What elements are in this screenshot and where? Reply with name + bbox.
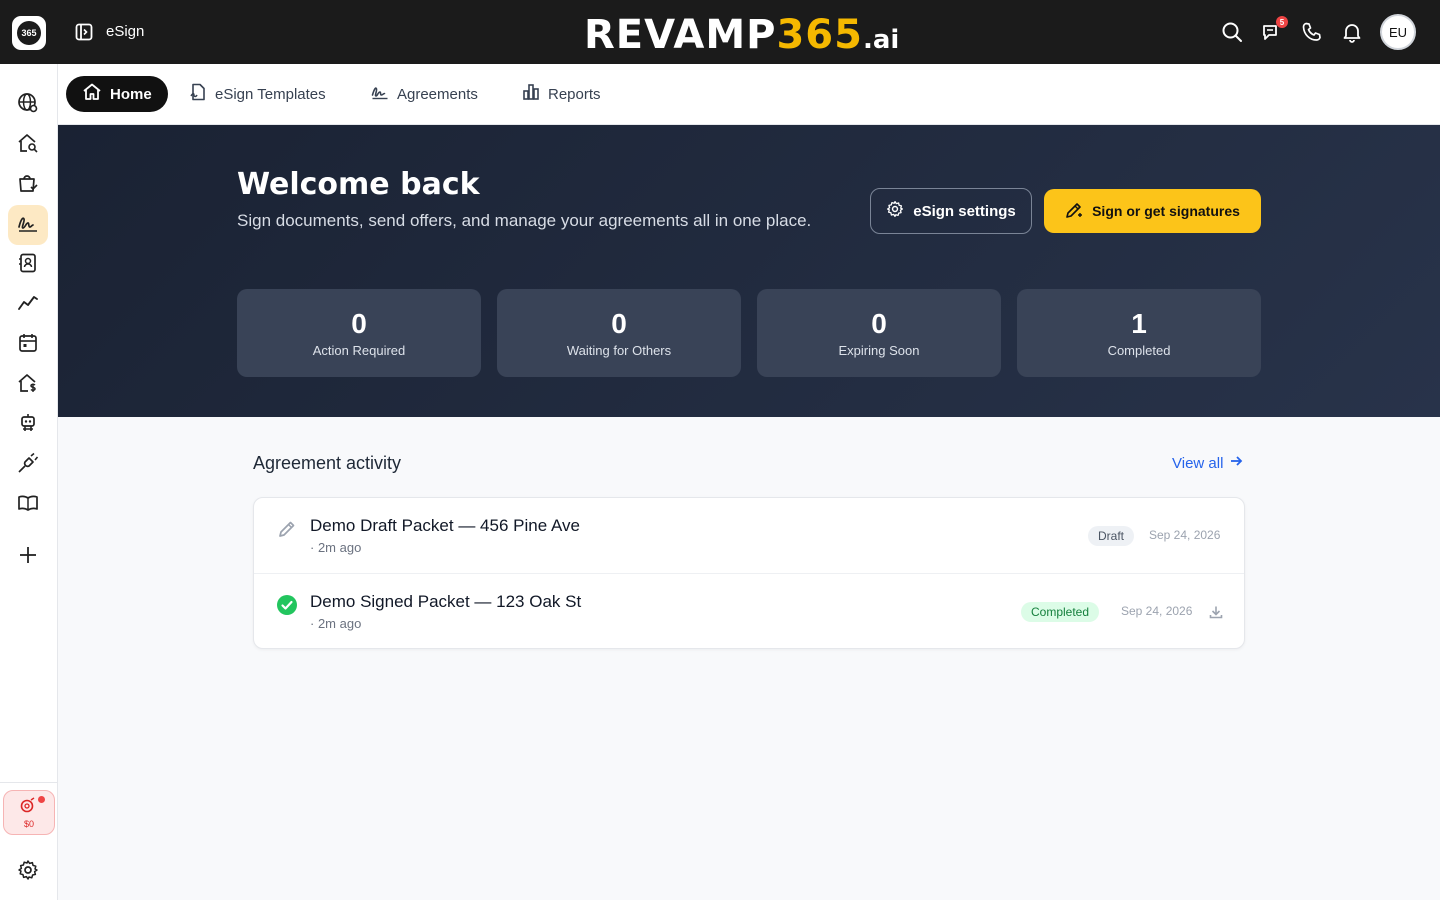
open-book-icon: [17, 492, 39, 519]
esign-settings-label: eSign settings: [913, 202, 1016, 220]
activity-list: Demo Draft Packet — 456 Pine Ave · 2m ag…: [253, 497, 1245, 649]
stat-value: 0: [351, 307, 367, 339]
esign-settings-button[interactable]: eSign settings: [870, 188, 1032, 234]
agreement-time: · 2m ago: [310, 540, 362, 555]
check-circle-icon: [276, 594, 298, 616]
agreement-name: Demo Signed Packet — 123 Oak St: [310, 592, 582, 611]
credits-value: $0: [23, 818, 34, 829]
stat-label: Waiting for Others: [566, 342, 672, 358]
stat-waiting-for-others[interactable]: 0 Waiting for Others: [497, 289, 741, 377]
bar-chart-icon: [522, 83, 540, 105]
robot-icon: [17, 412, 39, 439]
coins-icon: [19, 796, 39, 818]
sidebar: $0: [0, 64, 58, 900]
status-badge: Draft: [1088, 526, 1135, 546]
user-avatar[interactable]: EU: [1380, 14, 1416, 50]
sidebar-item-analytics[interactable]: [8, 285, 48, 325]
signature-icon: [371, 83, 389, 105]
stat-expiring-soon[interactable]: 0 Expiring Soon: [757, 289, 1001, 377]
stat-action-required[interactable]: 0 Action Required: [237, 289, 481, 377]
stat-label: Expiring Soon: [838, 342, 920, 358]
sidebar-divider: [0, 782, 58, 783]
phone-icon[interactable]: [1300, 20, 1324, 44]
activity-heading: Agreement activity: [253, 453, 402, 473]
tab-home[interactable]: Home: [66, 76, 168, 112]
tab-reports-label: Reports: [548, 85, 601, 103]
tab-agreements-label: Agreements: [397, 85, 478, 103]
messages-icon[interactable]: 5: [1260, 16, 1288, 44]
notification-badge: 5: [1276, 16, 1288, 28]
brand-logo: REVAMP 365 .ai: [584, 12, 900, 58]
pencil-icon: [276, 518, 298, 540]
shopping-bag-icon: [17, 172, 39, 199]
contacts-book-icon: [17, 252, 39, 279]
view-all-label: View all: [1172, 454, 1224, 472]
plus-icon: [17, 544, 39, 571]
sidebar-item-marketing[interactable]: [8, 165, 48, 205]
trend-line-icon: [17, 292, 39, 319]
bell-icon[interactable]: [1340, 20, 1364, 44]
agreement-name: Demo Draft Packet — 456 Pine Ave: [310, 516, 580, 535]
page-subtitle: Sign documents, send offers, and manage …: [237, 211, 812, 230]
credits-alert-dot: [38, 796, 45, 803]
home-dollar-icon: [17, 372, 39, 399]
list-item[interactable]: Demo Draft Packet — 456 Pine Ave · 2m ag…: [254, 498, 1244, 573]
home-search-icon: [17, 132, 39, 159]
app-name: eSign: [106, 23, 145, 40]
tab-home-label: Home: [110, 85, 152, 103]
stat-value: 0: [611, 307, 627, 339]
calendar-icon: [17, 332, 39, 359]
sidebar-item-settings[interactable]: [8, 852, 48, 892]
plug-icon: [17, 452, 39, 479]
stat-value: 0: [871, 307, 887, 339]
globe-icon: [17, 92, 39, 119]
search-icon[interactable]: [1220, 20, 1244, 44]
sidebar-item-property-search[interactable]: [8, 125, 48, 165]
logo-mark: 365: [17, 21, 41, 45]
sidebar-item-add[interactable]: [8, 537, 48, 577]
template-doc-icon: [189, 83, 207, 105]
sidebar-item-integrations[interactable]: [8, 445, 48, 485]
top-bar: 365 eSign REVAMP 365 .ai 5 EU: [0, 0, 1440, 64]
sidebar-item-ai-assistant[interactable]: [8, 405, 48, 445]
agreement-date: Sep 24, 2026: [1121, 604, 1193, 618]
tab-reports[interactable]: Reports: [522, 76, 601, 112]
stat-label: Action Required: [312, 342, 406, 358]
tab-esign-templates-label: eSign Templates: [215, 85, 326, 103]
sidebar-item-esign[interactable]: [8, 205, 48, 245]
arrow-right-icon: [1229, 454, 1243, 472]
welcome-hero: Welcome back Sign documents, send offers…: [58, 125, 1440, 417]
app-logo[interactable]: 365: [12, 16, 46, 50]
tab-bar: Home eSign Templates Agreements Reports: [58, 64, 1440, 125]
gear-icon: [886, 200, 904, 222]
stat-label: Completed: [1107, 342, 1171, 358]
tab-esign-templates[interactable]: eSign Templates: [189, 76, 326, 112]
sidebar-item-websites[interactable]: [8, 85, 48, 125]
stat-completed[interactable]: 1 Completed: [1017, 289, 1261, 377]
sidebar-item-calendar[interactable]: [8, 325, 48, 365]
home-icon: [82, 82, 102, 106]
agreement-date: Sep 24, 2026: [1149, 528, 1221, 542]
sign-or-get-signatures-button[interactable]: Sign or get signatures: [1044, 189, 1261, 233]
view-all-link[interactable]: View all: [1172, 454, 1243, 472]
brand-number: 365: [776, 12, 863, 58]
brand-suffix: .ai: [862, 25, 900, 55]
list-item[interactable]: Demo Signed Packet — 123 Oak St · 2m ago…: [254, 573, 1244, 648]
status-badge: Completed: [1021, 602, 1100, 622]
sidebar-item-knowledge-base[interactable]: [8, 485, 48, 525]
gear-icon: [17, 859, 39, 886]
signature-icon: [17, 212, 39, 239]
sidebar-item-contacts[interactable]: [8, 245, 48, 285]
sidebar-item-listings[interactable]: [8, 365, 48, 405]
sign-or-get-signatures-label: Sign or get signatures: [1092, 203, 1240, 219]
agreement-time: · 2m ago: [310, 616, 362, 631]
panel-toggle-icon[interactable]: [74, 22, 94, 42]
pen-sparkle-icon: [1065, 201, 1083, 222]
tab-agreements[interactable]: Agreements: [371, 76, 478, 112]
brand-prefix: REVAMP: [584, 12, 777, 58]
page-title: Welcome back: [237, 167, 480, 202]
stat-value: 1: [1131, 307, 1147, 339]
download-icon[interactable]: [1208, 604, 1224, 620]
credits-widget[interactable]: $0: [3, 790, 55, 835]
